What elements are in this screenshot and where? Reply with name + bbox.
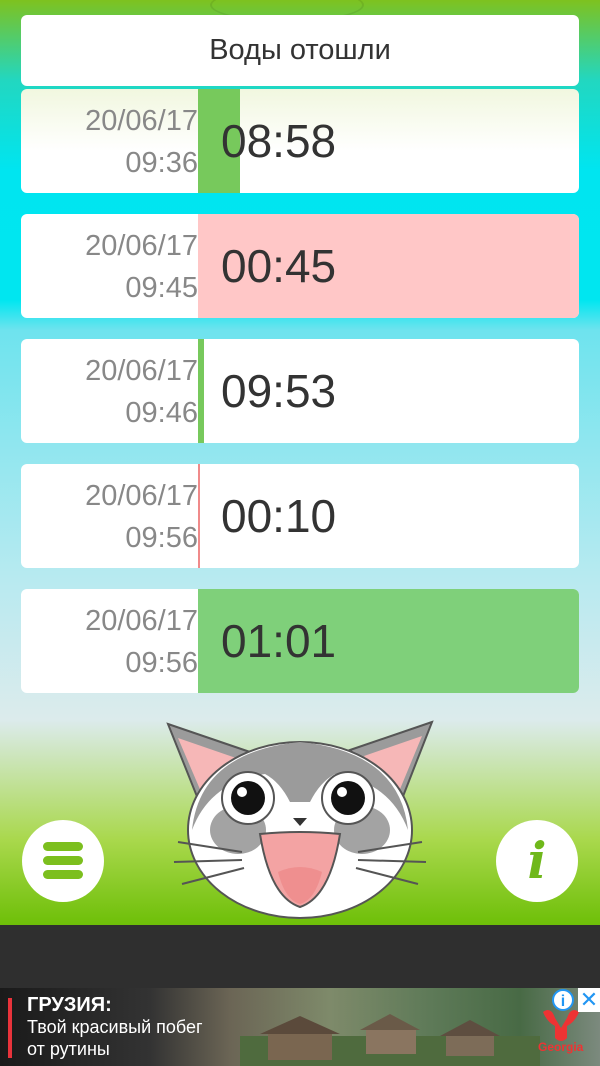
row-duration-cell: 08:58 <box>198 89 579 193</box>
menu-bar <box>43 842 83 851</box>
contraction-row[interactable]: 20/06/17 09:45 00:45 <box>21 214 579 318</box>
banner-ghost-text <box>214 968 228 988</box>
row-time: 09:36 <box>125 147 198 179</box>
cat-mascot-button[interactable] <box>160 712 440 922</box>
row-duration-cell: 00:10 <box>198 464 579 568</box>
contraction-row[interactable]: 20/06/17 09:56 00:10 <box>21 464 579 568</box>
row-duration: 01:01 <box>221 615 337 667</box>
row-timestamp: 20/06/17 09:56 <box>21 589 198 693</box>
row-duration: 00:45 <box>221 240 337 292</box>
cat-left-eye-glint <box>237 787 247 797</box>
row-timestamp: 20/06/17 09:56 <box>21 464 198 568</box>
contraction-row[interactable]: 20/06/17 09:46 09:53 <box>21 339 579 443</box>
row-time: 09:56 <box>125 522 198 554</box>
duration-progress-fill <box>198 339 204 443</box>
menu-bar <box>43 870 83 879</box>
row-time: 09:46 <box>125 397 198 429</box>
row-timestamp: 20/06/17 09:46 <box>21 339 198 443</box>
info-icon: i <box>527 831 547 890</box>
row-date: 20/06/17 <box>85 480 198 512</box>
ad-accent-bar <box>8 998 12 1058</box>
row-duration: 00:10 <box>221 490 337 542</box>
ad-text-line2: от рутины <box>27 1039 110 1059</box>
row-timestamp: 20/06/17 09:45 <box>21 214 198 318</box>
row-time: 09:45 <box>125 272 198 304</box>
ad-scenery-image <box>240 1014 540 1066</box>
cat-right-pupil <box>331 781 365 815</box>
adchoices-icon[interactable]: i <box>552 989 574 1011</box>
bottom-dark-band <box>0 925 600 988</box>
row-date: 20/06/17 <box>85 230 198 262</box>
ad-banner[interactable]: ГРУЗИЯ: Твой красивый побег от рутины Ge… <box>0 988 600 1066</box>
ad-text-line1: Твой красивый побег <box>27 1017 203 1037</box>
row-timestamp: 20/06/17 09:36 <box>21 89 198 193</box>
row-date: 20/06/17 <box>85 105 198 137</box>
row-duration-cell: 00:45 <box>198 214 579 318</box>
row-time: 09:56 <box>125 647 198 679</box>
ad-close-icon[interactable]: ✕ <box>578 988 600 1012</box>
row-duration: 08:58 <box>221 115 337 167</box>
row-date: 20/06/17 <box>85 605 198 637</box>
info-button[interactable]: i <box>496 820 578 902</box>
contraction-row[interactable]: 20/06/17 09:36 08:58 <box>21 89 579 193</box>
row-duration-cell: 09:53 <box>198 339 579 443</box>
cat-right-eye-glint <box>337 787 347 797</box>
duration-progress-fill <box>198 464 200 568</box>
menu-bar <box>43 856 83 865</box>
cat-left-pupil <box>231 781 265 815</box>
row-date: 20/06/17 <box>85 355 198 387</box>
contraction-row[interactable]: 20/06/17 09:56 01:01 <box>21 589 579 693</box>
row-duration: 09:53 <box>221 365 337 417</box>
ad-brand-text: Georgia <box>538 1040 584 1054</box>
waters-broke-button[interactable]: Воды отошли <box>21 15 579 86</box>
ad-headline: ГРУЗИЯ: <box>27 994 112 1016</box>
menu-button[interactable] <box>22 820 104 902</box>
row-duration-cell: 01:01 <box>198 589 579 693</box>
